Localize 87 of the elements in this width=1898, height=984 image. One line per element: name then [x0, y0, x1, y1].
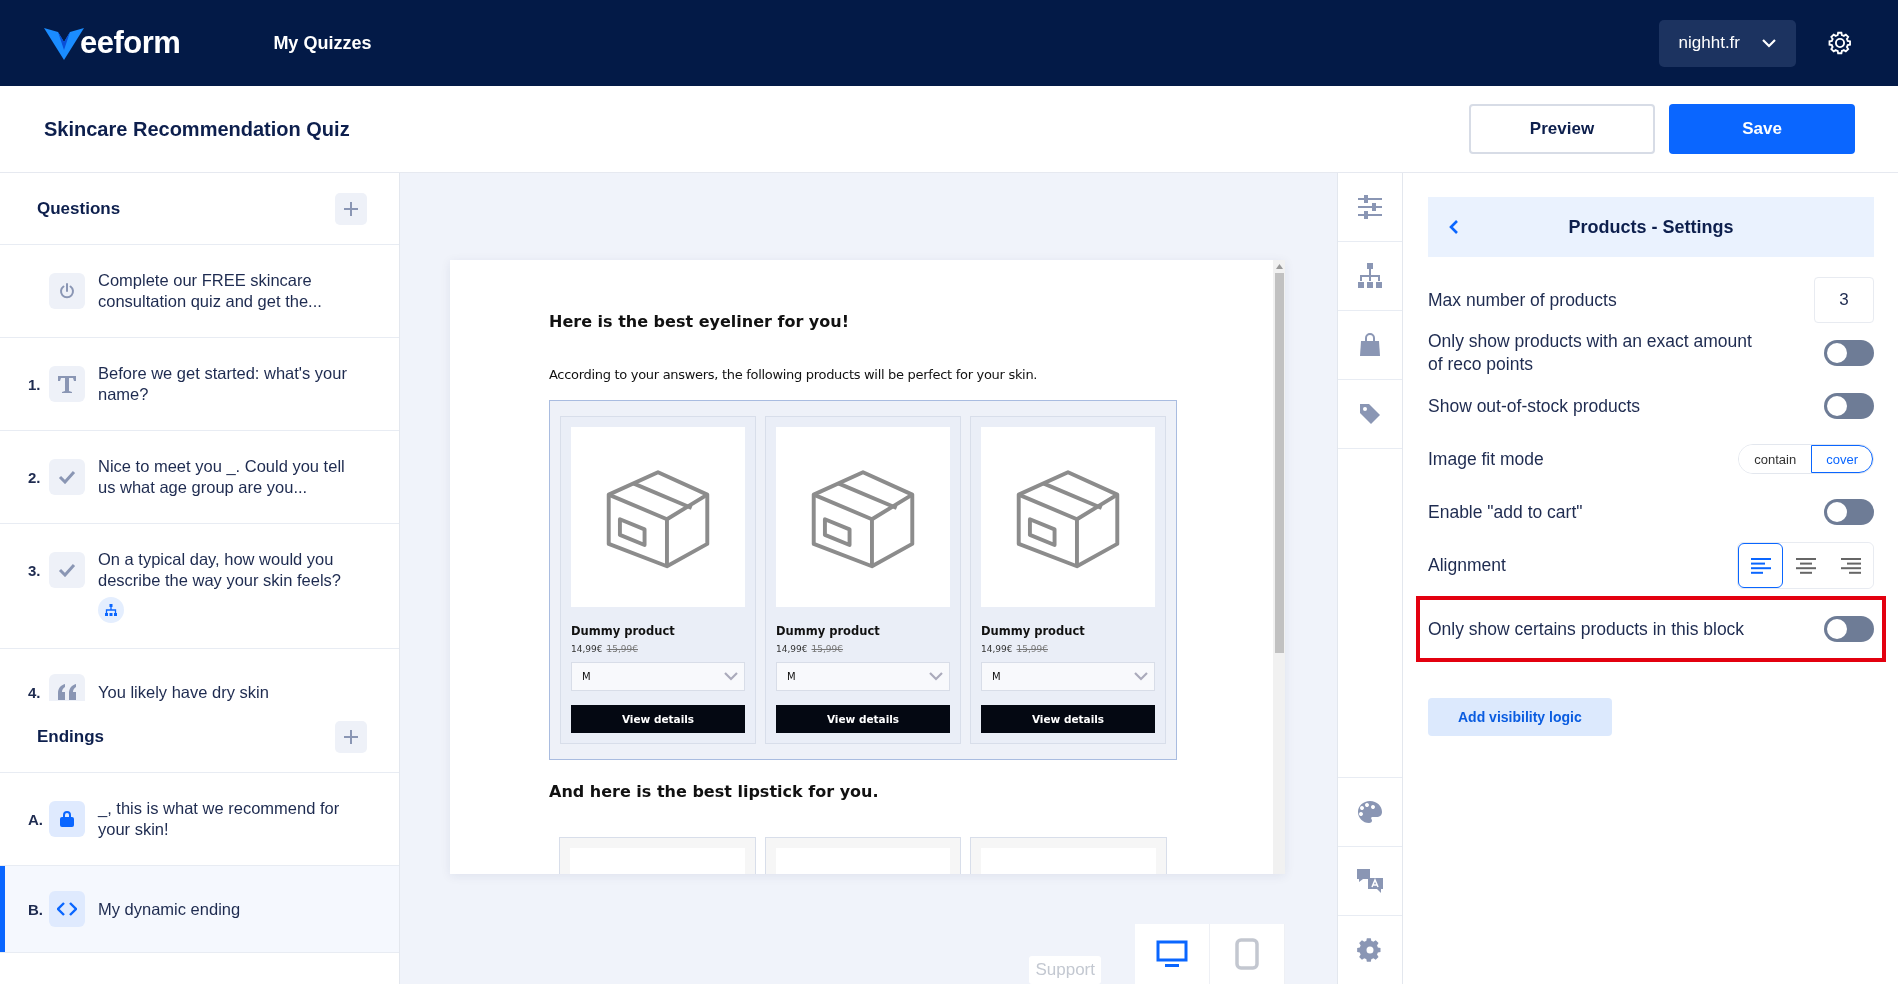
back-icon[interactable] [1448, 219, 1459, 235]
question-item[interactable]: 1. Before we get started: what's your name? [0, 338, 399, 431]
palette-icon[interactable] [1357, 800, 1383, 824]
account-dropdown[interactable]: nighht.fr [1658, 19, 1796, 67]
number-field[interactable]: 3 [1814, 277, 1874, 323]
chevron-down-icon [929, 672, 943, 681]
tag-icon[interactable] [1358, 402, 1382, 426]
code-icon [49, 891, 85, 927]
old-price: 15,99€ [606, 644, 638, 654]
product-name: Dummy product [981, 624, 1086, 638]
item-number: B. [28, 900, 42, 918]
product-price: 14,99€ [981, 644, 1013, 654]
setting-label: Image fit mode [1428, 447, 1544, 471]
item-number: A. [28, 810, 42, 828]
block-text: According to your answers, the following products will be perfect for your skin. [549, 367, 1039, 382]
bag-icon [49, 801, 85, 837]
section-title: Questions [37, 198, 121, 219]
section-title: Endings [37, 726, 105, 747]
save-button[interactable]: Save [1669, 104, 1855, 154]
block-heading: And here is the best lipstick for you. [549, 782, 880, 801]
setting-label: Alignment [1428, 554, 1506, 577]
product-name: Dummy product [571, 624, 676, 638]
ending-item[interactable]: B. My dynamic ending [0, 866, 399, 953]
settings-icon[interactable] [1826, 29, 1854, 57]
letter-t-icon [49, 366, 85, 402]
old-price: 15,99€ [1016, 644, 1048, 654]
tablet-icon [1235, 938, 1259, 970]
view-details-button[interactable]: View details [776, 705, 950, 733]
nav-link[interactable]: My Quizzes [273, 32, 372, 54]
align-left-icon[interactable] [1738, 543, 1783, 588]
power-icon [49, 273, 85, 309]
setting-label: Max number of products [1428, 288, 1617, 312]
item-text: My dynamic ending [98, 898, 242, 920]
item-text: On a typical day, how would you describe the way your skin feels? [98, 549, 343, 591]
variant-select[interactable]: M [571, 662, 745, 691]
add-button[interactable] [335, 192, 367, 225]
plus-icon [343, 200, 359, 217]
check-icon [49, 552, 85, 588]
variant-select[interactable]: M [981, 662, 1155, 691]
item-number: 3. [28, 561, 42, 579]
variant-select[interactable]: M [776, 662, 950, 691]
view-details-button[interactable]: View details [981, 705, 1155, 733]
scrollbar[interactable] [1273, 260, 1285, 874]
fit-option[interactable]: cover [1811, 445, 1873, 473]
product-name: Dummy product [776, 624, 881, 638]
sliders-icon[interactable] [1357, 195, 1383, 219]
item-text: _, this is what we recommend for your skin! [98, 798, 341, 840]
chevron-down-icon [1134, 672, 1148, 681]
preview-button[interactable]: Preview [1469, 104, 1655, 154]
product-price: 14,99€ [776, 644, 808, 654]
bag-icon[interactable] [1358, 332, 1382, 358]
item-text: Nice to meet you _. Could you tell us what age group are you... [98, 456, 346, 498]
item-number: 2. [28, 468, 42, 486]
setting-label: Show out-of-stock products [1428, 394, 1641, 418]
chevron-down-icon [724, 672, 738, 681]
toggle-switch[interactable] [1824, 616, 1874, 642]
chevron-down-icon [1762, 38, 1776, 48]
item-number: 4. [28, 683, 42, 701]
item-text: Complete our FREE skincare consultation quiz and get the... [98, 270, 323, 312]
toggle-switch[interactable] [1824, 499, 1874, 525]
block-heading: Here is the best eyeliner for you! [549, 312, 850, 331]
question-item[interactable]: 2. Nice to meet you _. Could you tell us what age group are you... [0, 431, 399, 524]
setting-label: Only show products with an exact amount of reco points [1428, 330, 1753, 376]
question-item[interactable]: Complete our FREE skincare consultation quiz and get the... [0, 245, 399, 338]
check-icon [49, 459, 85, 495]
quote-icon [49, 674, 85, 701]
quiz-title: Skincare Recommendation Quiz [44, 117, 351, 141]
toggle-switch[interactable] [1824, 393, 1874, 419]
panel-title: Products - Settings [1567, 216, 1735, 238]
sitemap-icon[interactable] [1357, 263, 1383, 289]
item-text: Before we get started: what's your name? [98, 363, 348, 405]
add-visibility-logic-button[interactable]: Add visibility logic [1428, 698, 1612, 736]
plus-icon [343, 728, 359, 745]
add-button[interactable] [335, 720, 367, 753]
item-number: 1. [28, 375, 42, 393]
scroll-up-icon[interactable] [1275, 264, 1283, 269]
desktop-icon [1156, 940, 1188, 968]
toggle-switch[interactable] [1824, 340, 1874, 366]
translate-icon[interactable] [1356, 868, 1384, 894]
setting-label: Only show certains products in this block [1428, 617, 1745, 641]
view-details-button[interactable]: View details [571, 705, 745, 733]
product-price: 14,99€ [571, 644, 603, 654]
setting-label: Enable "add to cart" [1428, 500, 1583, 524]
old-price: 15,99€ [811, 644, 843, 654]
item-text: You likely have dry skin [98, 681, 270, 701]
logo-text: eeform [80, 25, 181, 61]
question-item[interactable]: 3. On a typical day, how would you describe the way your skin feels? [0, 524, 399, 649]
